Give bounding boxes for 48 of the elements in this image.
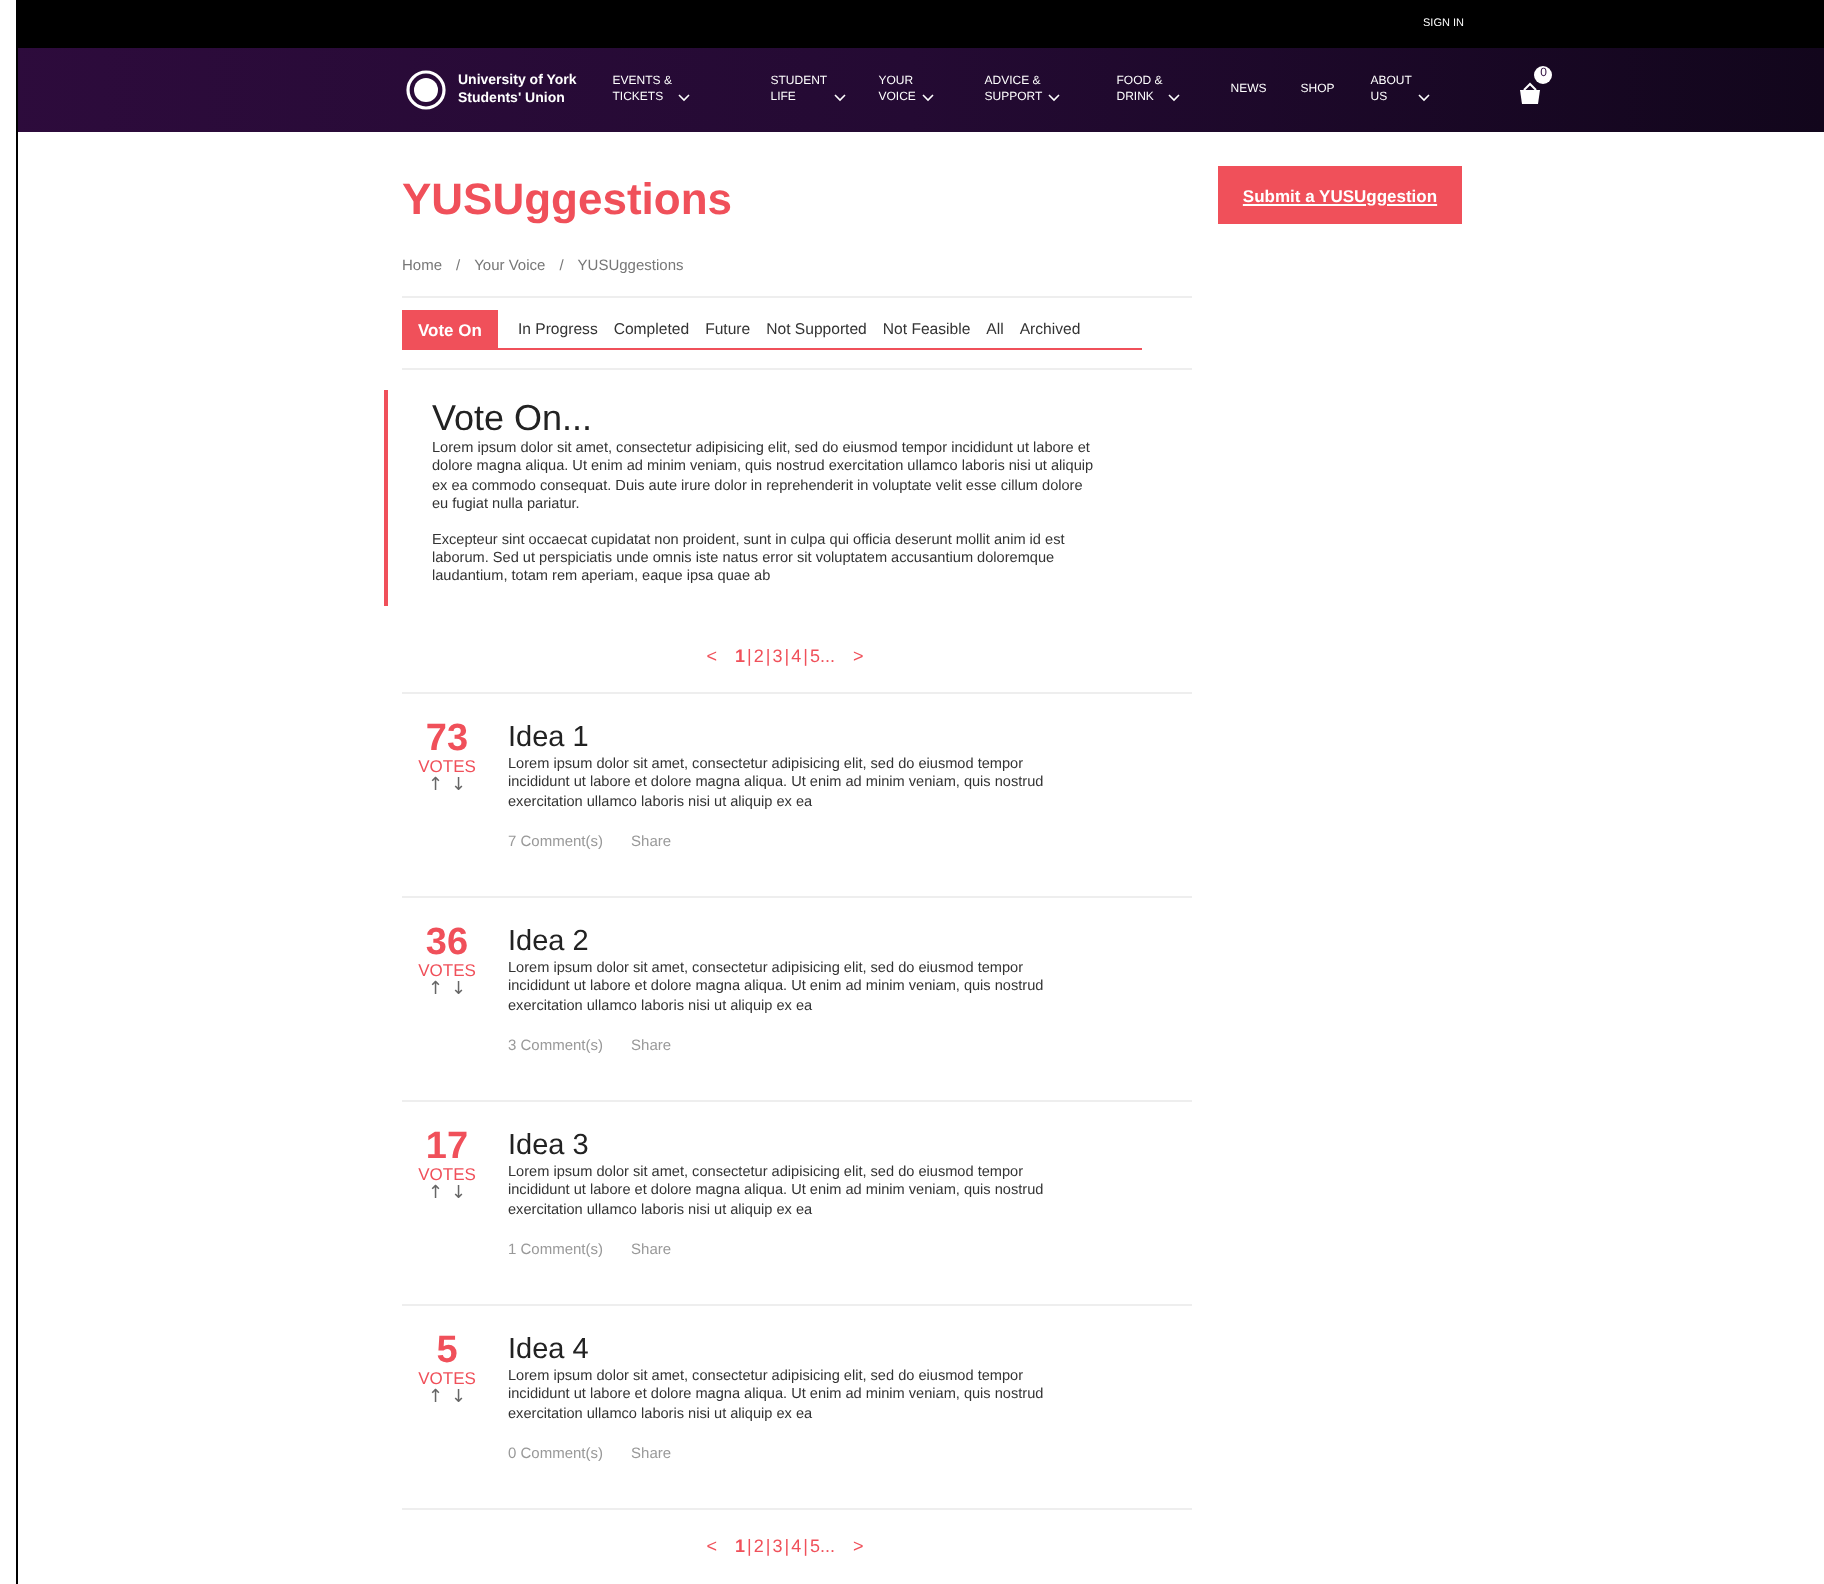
page-separator: |	[803, 1536, 808, 1556]
page-link[interactable]: 1	[733, 1536, 748, 1556]
idea-title[interactable]: Idea 3	[508, 1130, 1192, 1162]
basket-icon[interactable]	[1518, 82, 1543, 106]
page-link[interactable]: 3	[770, 1536, 785, 1556]
upvote-button[interactable]: ↑	[427, 1388, 443, 1408]
page-separator: |	[747, 646, 752, 666]
downvote-button[interactable]: ↓	[451, 1184, 467, 1204]
filter-tab[interactable]: Vote On	[402, 310, 498, 348]
downvote-button[interactable]: ↓	[451, 776, 467, 796]
vote-count: 36	[425, 926, 469, 960]
next-page-link[interactable]: >	[836, 646, 880, 666]
vote-count: 17	[425, 1130, 469, 1164]
upvote-button[interactable]: ↑	[427, 1184, 443, 1204]
page-link[interactable]: 5...	[807, 646, 837, 666]
page-separator: |	[803, 646, 808, 666]
page-separator: |	[784, 1536, 790, 1556]
downvote-button[interactable]: ↓	[451, 1388, 467, 1408]
page-link[interactable]: 4	[789, 1536, 804, 1556]
page-separator: |	[747, 1536, 752, 1556]
votes-label: VOTES	[418, 960, 476, 980]
vote-count: 73	[425, 722, 469, 756]
page-link[interactable]: 1	[733, 646, 748, 666]
page-link[interactable]: 2	[751, 646, 766, 666]
page-separator: |	[765, 1536, 771, 1556]
page-link[interactable]: 4	[789, 646, 804, 666]
upvote-button[interactable]: ↑	[427, 980, 443, 1000]
section-heading: Vote On...	[432, 398, 595, 438]
previous-page-link[interactable]: <	[690, 646, 734, 666]
idea-title[interactable]: Idea 4	[508, 1334, 1192, 1366]
votes-label: VOTES	[418, 756, 476, 776]
page-title: YUSUggestions	[402, 172, 735, 226]
page-link[interactable]: 5...	[807, 1536, 837, 1556]
next-page-link[interactable]: >	[836, 1536, 880, 1556]
page-separator: |	[784, 646, 790, 666]
votes-label: VOTES	[418, 1368, 476, 1388]
downvote-button[interactable]: ↓	[451, 980, 467, 1000]
submit-suggestion-button[interactable]: Submit a YUSUggestion	[1218, 166, 1462, 224]
upvote-button[interactable]: ↑	[427, 776, 443, 796]
idea-title[interactable]: Idea 1	[508, 722, 1192, 754]
page-link[interactable]: 3	[770, 646, 785, 666]
vote-count: 5	[436, 1334, 458, 1368]
previous-page-link[interactable]: <	[690, 1536, 734, 1556]
page-link[interactable]: 2	[751, 1536, 766, 1556]
logo-icon[interactable]	[406, 70, 446, 110]
votes-label: VOTES	[418, 1164, 476, 1184]
idea-title[interactable]: Idea 2	[508, 926, 1192, 958]
page-separator: |	[765, 646, 771, 666]
